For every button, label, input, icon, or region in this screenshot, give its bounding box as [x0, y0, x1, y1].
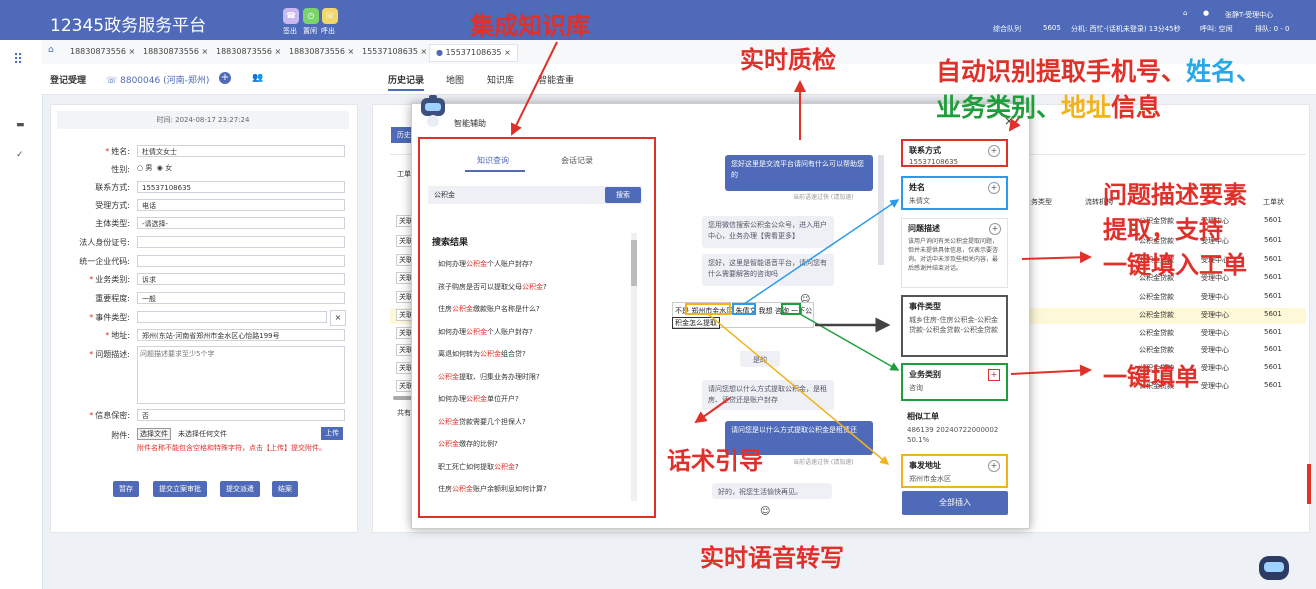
- anno-one-click-fill: 一键填单: [1103, 363, 1199, 391]
- anno-identify-line1: 自动识别提取手机号、姓名、: [936, 57, 1262, 86]
- arrow-knowledge: [511, 41, 558, 136]
- arrow-category: [799, 313, 900, 371]
- anno-problem-3: 一键填入工单: [1103, 251, 1247, 279]
- arrow-script: [694, 397, 731, 424]
- anno-identify-line2: 业务类别、地址信息: [936, 93, 1162, 122]
- anno-problem-2: 提取，支持: [1103, 216, 1223, 244]
- assistant-robot-icon[interactable]: [1256, 550, 1292, 586]
- arrow-problem: [1021, 251, 1092, 264]
- anno-knowledge: 集成知识库: [470, 12, 590, 40]
- anno-script-guide: 话术引导: [667, 447, 763, 475]
- anno-quality-check: 实时质检: [740, 46, 836, 74]
- anno-problem-1: 问题描述要素: [1103, 181, 1247, 209]
- arrow-fill: [1010, 364, 1092, 377]
- anno-asr: 实时语音转写: [700, 544, 844, 572]
- side-indicator: [1307, 464, 1311, 504]
- arrow-name: [743, 199, 900, 305]
